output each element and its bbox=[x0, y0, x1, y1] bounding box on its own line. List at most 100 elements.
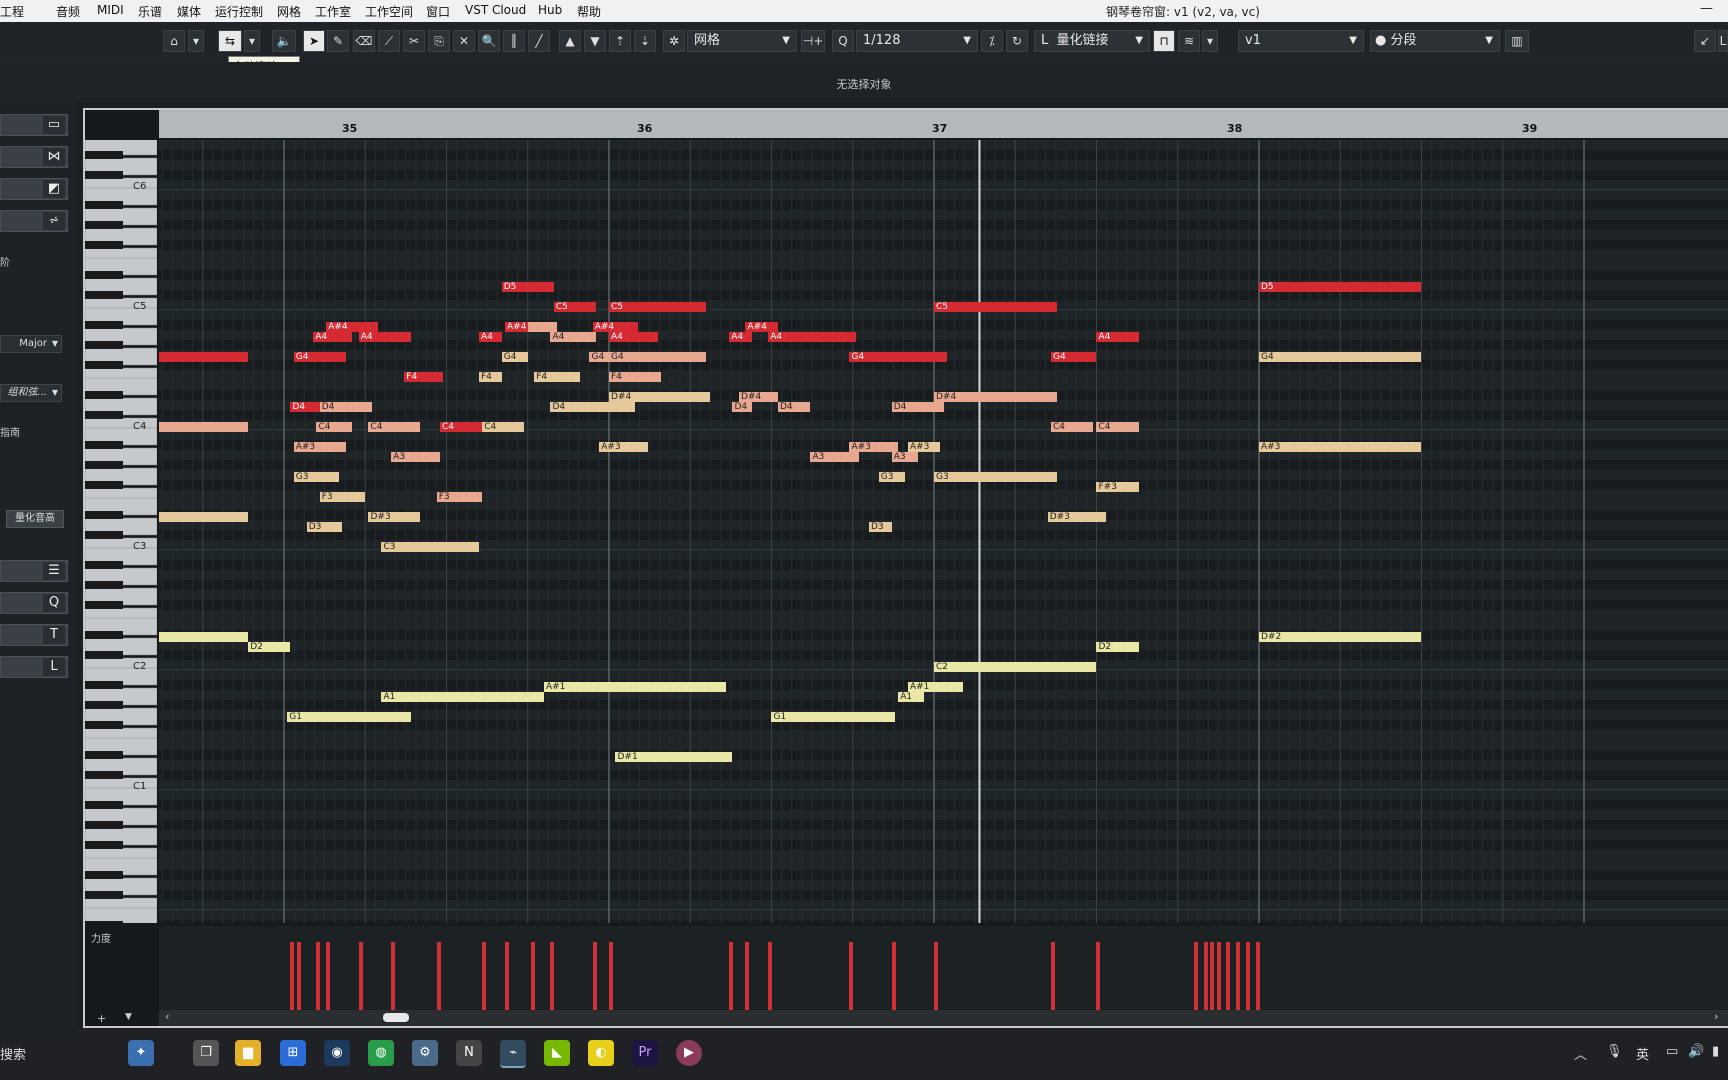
eraser-icon[interactable]: ⌫ bbox=[353, 30, 375, 52]
black-key[interactable] bbox=[85, 891, 123, 899]
add-lane-icon[interactable]: + bbox=[97, 1012, 106, 1025]
steam-icon[interactable]: ◉ bbox=[324, 1040, 350, 1066]
midi-note[interactable]: D#2 bbox=[159, 632, 249, 642]
menu-item-window[interactable]: 窗口 bbox=[426, 3, 450, 20]
black-key[interactable] bbox=[85, 751, 123, 759]
app-icon[interactable]: ◐ bbox=[588, 1040, 614, 1066]
midi-note[interactable]: G1 bbox=[771, 712, 895, 722]
midi-note[interactable]: D3 bbox=[306, 522, 343, 532]
black-key[interactable] bbox=[85, 801, 123, 809]
velocity-bar[interactable] bbox=[550, 942, 555, 1010]
black-key[interactable] bbox=[85, 601, 123, 609]
midi-note[interactable]: A#1 bbox=[543, 682, 726, 692]
transpose-down-icon[interactable]: ⇣ bbox=[634, 30, 656, 52]
scissors-icon[interactable]: ✂ bbox=[403, 30, 425, 52]
quantize-link-select[interactable]: L 量化链接 ▼ bbox=[1034, 30, 1150, 52]
midi-note[interactable]: G4 bbox=[293, 352, 346, 362]
midi-note[interactable] bbox=[527, 322, 557, 332]
horizontal-scrollbar[interactable]: + ▼ ‹ › bbox=[97, 1010, 1728, 1026]
midi-note[interactable]: D2 bbox=[1096, 642, 1139, 652]
browser-icon[interactable]: ◍ bbox=[368, 1040, 394, 1066]
midi-note[interactable]: A#1 bbox=[907, 682, 964, 692]
midi-note[interactable]: A#4 bbox=[745, 322, 778, 332]
grid-mode-select[interactable]: 网格 ▼ bbox=[687, 30, 797, 52]
menu-item-project[interactable]: 工程 bbox=[0, 3, 24, 20]
inspector-row[interactable]: ☰ bbox=[0, 560, 68, 582]
task-view-icon[interactable]: ❐ bbox=[193, 1040, 219, 1066]
scroll-left-icon[interactable]: ‹ bbox=[165, 1010, 169, 1023]
velocity-bar[interactable] bbox=[1255, 942, 1260, 1010]
black-key[interactable] bbox=[85, 701, 123, 709]
midi-note[interactable]: A#3 bbox=[599, 442, 648, 452]
midi-note[interactable]: A3 bbox=[891, 452, 918, 462]
velocity-bar[interactable] bbox=[358, 942, 363, 1010]
midi-note[interactable]: C5 bbox=[553, 302, 596, 312]
menu-item-score[interactable]: 乐谱 bbox=[138, 3, 162, 20]
midi-note[interactable]: A4 bbox=[608, 332, 658, 342]
midi-note[interactable]: C4 bbox=[316, 422, 353, 432]
collapse-icon[interactable]: ↙ bbox=[1694, 30, 1716, 52]
black-key[interactable] bbox=[85, 561, 123, 569]
midi-note[interactable]: A4 bbox=[358, 332, 411, 342]
menu-item-midi[interactable]: MIDI bbox=[97, 3, 124, 17]
midi-note[interactable]: G1 bbox=[287, 712, 411, 722]
auto-scroll-icon[interactable]: ⇆ bbox=[218, 30, 242, 52]
swing-icon[interactable]: ⁒ bbox=[981, 30, 1003, 52]
midi-note[interactable]: A#3 bbox=[849, 442, 899, 452]
velocity-bar[interactable] bbox=[1226, 942, 1231, 1010]
velocity-bar[interactable] bbox=[608, 942, 613, 1010]
black-key[interactable] bbox=[85, 201, 123, 209]
volume-icon[interactable]: 🔊 bbox=[1688, 1044, 1704, 1059]
midi-note[interactable]: C4 bbox=[1050, 422, 1094, 432]
inspector-row[interactable]: ⩫ bbox=[0, 210, 68, 232]
menu-item-workspace[interactable]: 工作空间 bbox=[365, 3, 413, 20]
menu-item-grid[interactable]: 网格 bbox=[277, 3, 301, 20]
battery-icon[interactable]: ▮ bbox=[1712, 1044, 1719, 1059]
midi-note[interactable]: D4 bbox=[290, 402, 320, 412]
midi-note[interactable]: D#4 bbox=[738, 392, 778, 402]
menu-item-transport[interactable]: 运行控制 bbox=[215, 3, 263, 20]
piano-keyboard[interactable]: C6 C5 C4 C3 C2 C1 bbox=[85, 140, 157, 923]
display-icon[interactable]: ▭ bbox=[1666, 1044, 1678, 1059]
layers-icon[interactable]: ≋ bbox=[1178, 30, 1200, 52]
velocity-bar[interactable] bbox=[436, 942, 441, 1010]
midi-note[interactable]: G4 bbox=[1050, 352, 1097, 362]
quantize-pitch-button[interactable]: 量化音高 bbox=[6, 510, 64, 528]
quantize-nudge-icon[interactable]: ⊣+ bbox=[801, 30, 825, 52]
velocity-bar[interactable] bbox=[933, 942, 938, 1010]
midi-note[interactable]: A#3 bbox=[293, 442, 346, 452]
black-key[interactable] bbox=[85, 511, 123, 519]
midi-note[interactable]: G4 bbox=[849, 352, 947, 362]
midi-note[interactable]: A3 bbox=[391, 452, 440, 462]
midi-note[interactable]: G4 bbox=[608, 352, 707, 362]
velocity-bar[interactable] bbox=[391, 942, 396, 1010]
midi-note[interactable]: D4 bbox=[550, 402, 635, 412]
settings-icon[interactable]: ⚙ bbox=[412, 1040, 438, 1066]
midi-note[interactable]: D#3 bbox=[1047, 512, 1107, 522]
midi-note[interactable]: A#3 bbox=[907, 442, 941, 452]
black-key[interactable] bbox=[85, 631, 123, 639]
midi-note[interactable]: F3 bbox=[436, 492, 483, 502]
midi-note[interactable]: D2 bbox=[248, 642, 291, 652]
midi-note[interactable]: C5 bbox=[608, 302, 707, 312]
move-up-icon[interactable]: ▲ bbox=[559, 30, 581, 52]
minimize-icon[interactable]: — bbox=[1700, 1, 1713, 16]
midi-note[interactable]: F#3 bbox=[1096, 482, 1139, 492]
track-select[interactable]: v1 ▼ bbox=[1238, 30, 1364, 52]
velocity-bar[interactable] bbox=[530, 942, 535, 1010]
inspector-row[interactable]: ▭ bbox=[0, 114, 68, 136]
black-key[interactable] bbox=[85, 361, 123, 369]
velocity-bar[interactable] bbox=[592, 942, 597, 1010]
velocity-bar[interactable] bbox=[1096, 942, 1101, 1010]
segment-select[interactable]: ● 分段 ▼ bbox=[1370, 30, 1500, 52]
glue-icon[interactable]: ⎘ bbox=[428, 30, 450, 52]
black-key[interactable] bbox=[85, 921, 123, 923]
midi-note[interactable]: D5 bbox=[1258, 282, 1422, 292]
black-key[interactable] bbox=[85, 771, 123, 779]
menu-item-media[interactable]: 媒体 bbox=[177, 3, 201, 20]
velocity-bar[interactable] bbox=[326, 942, 331, 1010]
black-key[interactable] bbox=[85, 821, 123, 829]
ime-indicator[interactable]: 英 bbox=[1636, 1044, 1649, 1063]
velocity-bar[interactable] bbox=[1210, 942, 1215, 1010]
pencil-icon[interactable]: ✎ bbox=[327, 30, 349, 52]
